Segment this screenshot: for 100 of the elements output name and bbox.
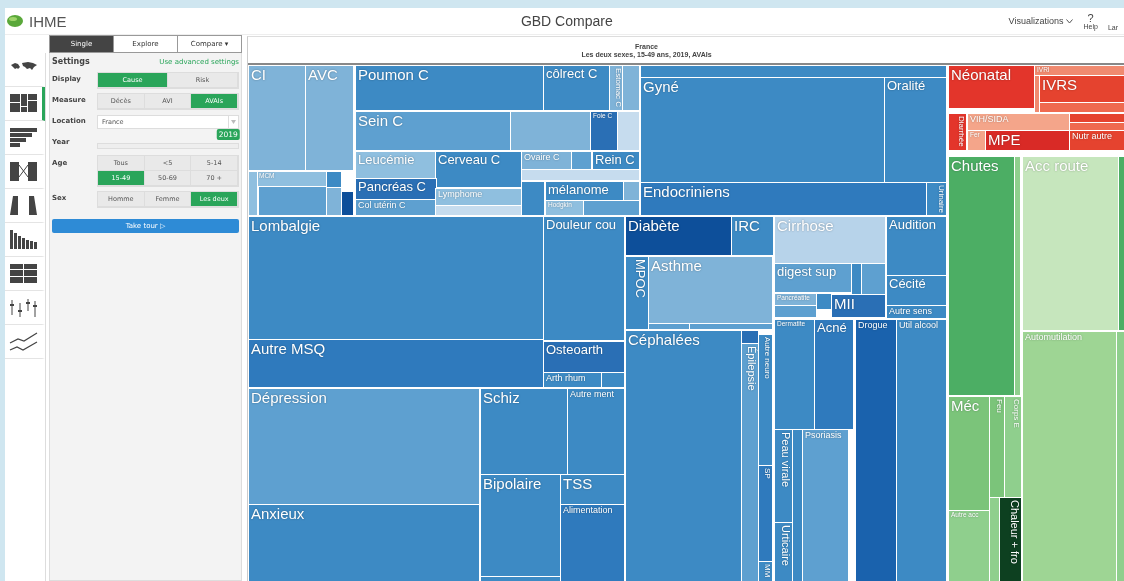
- treemap-tile[interactable]: [1118, 156, 1124, 331]
- visualizations-menu[interactable]: Visualizations: [1008, 16, 1074, 26]
- treemap-tile[interactable]: [617, 111, 640, 151]
- treemap-tile[interactable]: Chutes: [948, 156, 1015, 396]
- treemap-tile[interactable]: Autre ment: [567, 388, 625, 475]
- treemap-tile[interactable]: Néonatal: [948, 65, 1036, 109]
- treemap-tile[interactable]: MII: [831, 294, 886, 318]
- treemap-tile[interactable]: Anxieux: [248, 504, 480, 581]
- tile-label: Schiz: [483, 390, 520, 406]
- treemap-tile[interactable]: CI: [248, 65, 307, 171]
- treemap-tile[interactable]: Endocriniens: [640, 182, 927, 216]
- treemap-tile[interactable]: Pancréas C: [355, 178, 437, 201]
- tile-label: Cirrhose: [777, 218, 834, 234]
- treemap-tile[interactable]: Feu: [989, 396, 1005, 498]
- settings-heading: Settings: [52, 57, 90, 66]
- treemap-tile[interactable]: Urinaire: [926, 182, 947, 216]
- treemap-tile[interactable]: Audition: [886, 216, 947, 276]
- treemap-tile[interactable]: Drogue: [855, 319, 897, 581]
- treemap-tile[interactable]: Poumon C: [355, 65, 545, 111]
- tile-label: Céphalées: [628, 332, 700, 348]
- treemap-tile[interactable]: Leucémie: [355, 151, 437, 179]
- treemap-tile[interactable]: Arth rhum: [543, 372, 602, 388]
- tile-label: Drogue: [858, 321, 888, 331]
- treemap-tile[interactable]: TSS: [560, 474, 625, 505]
- treemap-tile[interactable]: côlrect C: [543, 65, 610, 111]
- treemap-tile[interactable]: [583, 200, 640, 216]
- treemap-tile[interactable]: [435, 205, 522, 216]
- treemap-tile[interactable]: mélanome: [545, 181, 625, 201]
- treemap-tile[interactable]: Bipolaire: [480, 474, 561, 578]
- treemap-tile[interactable]: Acné: [814, 319, 854, 430]
- treemap-tile[interactable]: [326, 187, 342, 216]
- treemap-tile[interactable]: [989, 497, 1000, 581]
- brand-name[interactable]: IHME: [29, 12, 67, 30]
- treemap-tile[interactable]: Asthme: [648, 256, 773, 324]
- treemap-tile[interactable]: [623, 181, 640, 201]
- treemap-tile[interactable]: MPE: [985, 130, 1070, 151]
- treemap-tile[interactable]: [1014, 156, 1021, 396]
- treemap-tile[interactable]: Osteoarth: [543, 341, 625, 374]
- tile-label: Diabète: [628, 218, 680, 234]
- treemap-tile[interactable]: [521, 181, 545, 216]
- treemap-tile[interactable]: Autre neuro: [758, 334, 773, 466]
- tile-label: Urinaire: [936, 185, 945, 213]
- treemap-tile[interactable]: [258, 186, 328, 216]
- tile-label: Automutilation: [1025, 333, 1083, 343]
- treemap-tile[interactable]: MPOC: [625, 256, 649, 330]
- treemap-tile[interactable]: Méc: [948, 396, 990, 511]
- tile-label: Urticaire: [779, 525, 791, 566]
- treemap-tile[interactable]: [792, 429, 803, 581]
- treemap-tile[interactable]: Nutr autre: [1069, 130, 1124, 151]
- tile-label: MII: [834, 296, 855, 312]
- treemap-tile[interactable]: [861, 263, 886, 295]
- help-icon[interactable]: ?: [1087, 12, 1094, 23]
- treemap-tile[interactable]: Cécité: [886, 275, 947, 306]
- treemap-tile[interactable]: Douleur cou: [543, 216, 625, 341]
- treemap-tile[interactable]: IRC: [731, 216, 774, 256]
- treemap-tile[interactable]: [341, 191, 354, 216]
- treemap-tile[interactable]: Col utérin C: [355, 199, 437, 216]
- treemap-tile[interactable]: IVRS: [1039, 75, 1124, 103]
- treemap-tile[interactable]: Lombalgie: [248, 216, 544, 340]
- treemap-tile[interactable]: [774, 305, 817, 318]
- treemap-tile[interactable]: Util alcool: [896, 319, 947, 581]
- treemap-tile[interactable]: MM: [758, 561, 773, 581]
- treemap-tile[interactable]: Gyné: [640, 77, 886, 183]
- treemap-tile[interactable]: [689, 323, 773, 330]
- treemap-tile[interactable]: Oralité: [884, 77, 947, 183]
- treemap-tile[interactable]: Sein C: [355, 111, 512, 151]
- treemap-tile[interactable]: [741, 330, 759, 344]
- treemap-tile[interactable]: Dépression: [248, 388, 480, 506]
- dropdown-arrow-icon[interactable]: [231, 120, 236, 124]
- treemap-tile[interactable]: [1069, 113, 1124, 123]
- treemap-tile[interactable]: [510, 111, 591, 151]
- tile-label: Sein C: [358, 113, 404, 129]
- tile-label: Bipolaire: [483, 476, 542, 492]
- tile-label: Cécité: [889, 277, 926, 291]
- treemap-tile[interactable]: VIH/SIDA: [967, 113, 1070, 131]
- treemap-tile[interactable]: [622, 65, 640, 111]
- treemap-tile[interactable]: Diabète: [625, 216, 733, 256]
- treemap-tile[interactable]: [648, 323, 690, 330]
- treemap-chart-icon[interactable]: [5, 87, 45, 121]
- treemap-tile[interactable]: Lymphome: [435, 188, 522, 206]
- treemap-tile[interactable]: Chaleur + fro: [999, 497, 1022, 581]
- treemap-tile[interactable]: [601, 372, 625, 388]
- chevron-down-icon[interactable]: [1066, 18, 1074, 24]
- treemap-tile[interactable]: Épilepsie: [741, 343, 759, 581]
- treemap-tile[interactable]: Psoriasis: [802, 429, 849, 581]
- treemap-tile[interactable]: Alimentation: [560, 504, 625, 581]
- treemap-tile[interactable]: [248, 171, 258, 216]
- treemap-tile[interactable]: Autre MSQ: [248, 339, 544, 388]
- treemap-tile[interactable]: digest sup: [774, 263, 852, 293]
- treemap-tile[interactable]: [521, 169, 640, 181]
- treemap-tile[interactable]: Autre sens: [886, 305, 947, 319]
- treemap-tile[interactable]: AVC: [305, 65, 354, 171]
- treemap-tile[interactable]: [1039, 102, 1124, 113]
- treemap-tile[interactable]: SP: [758, 465, 773, 562]
- treemap-tile[interactable]: Cerveau C: [435, 151, 522, 188]
- treemap-tile[interactable]: Céphalées: [625, 330, 743, 581]
- treemap-tile[interactable]: [816, 293, 832, 310]
- treemap-tile[interactable]: [1116, 331, 1124, 581]
- treemap-tile[interactable]: Schiz: [480, 388, 568, 475]
- treemap-tile[interactable]: Diarrhée: [948, 113, 967, 151]
